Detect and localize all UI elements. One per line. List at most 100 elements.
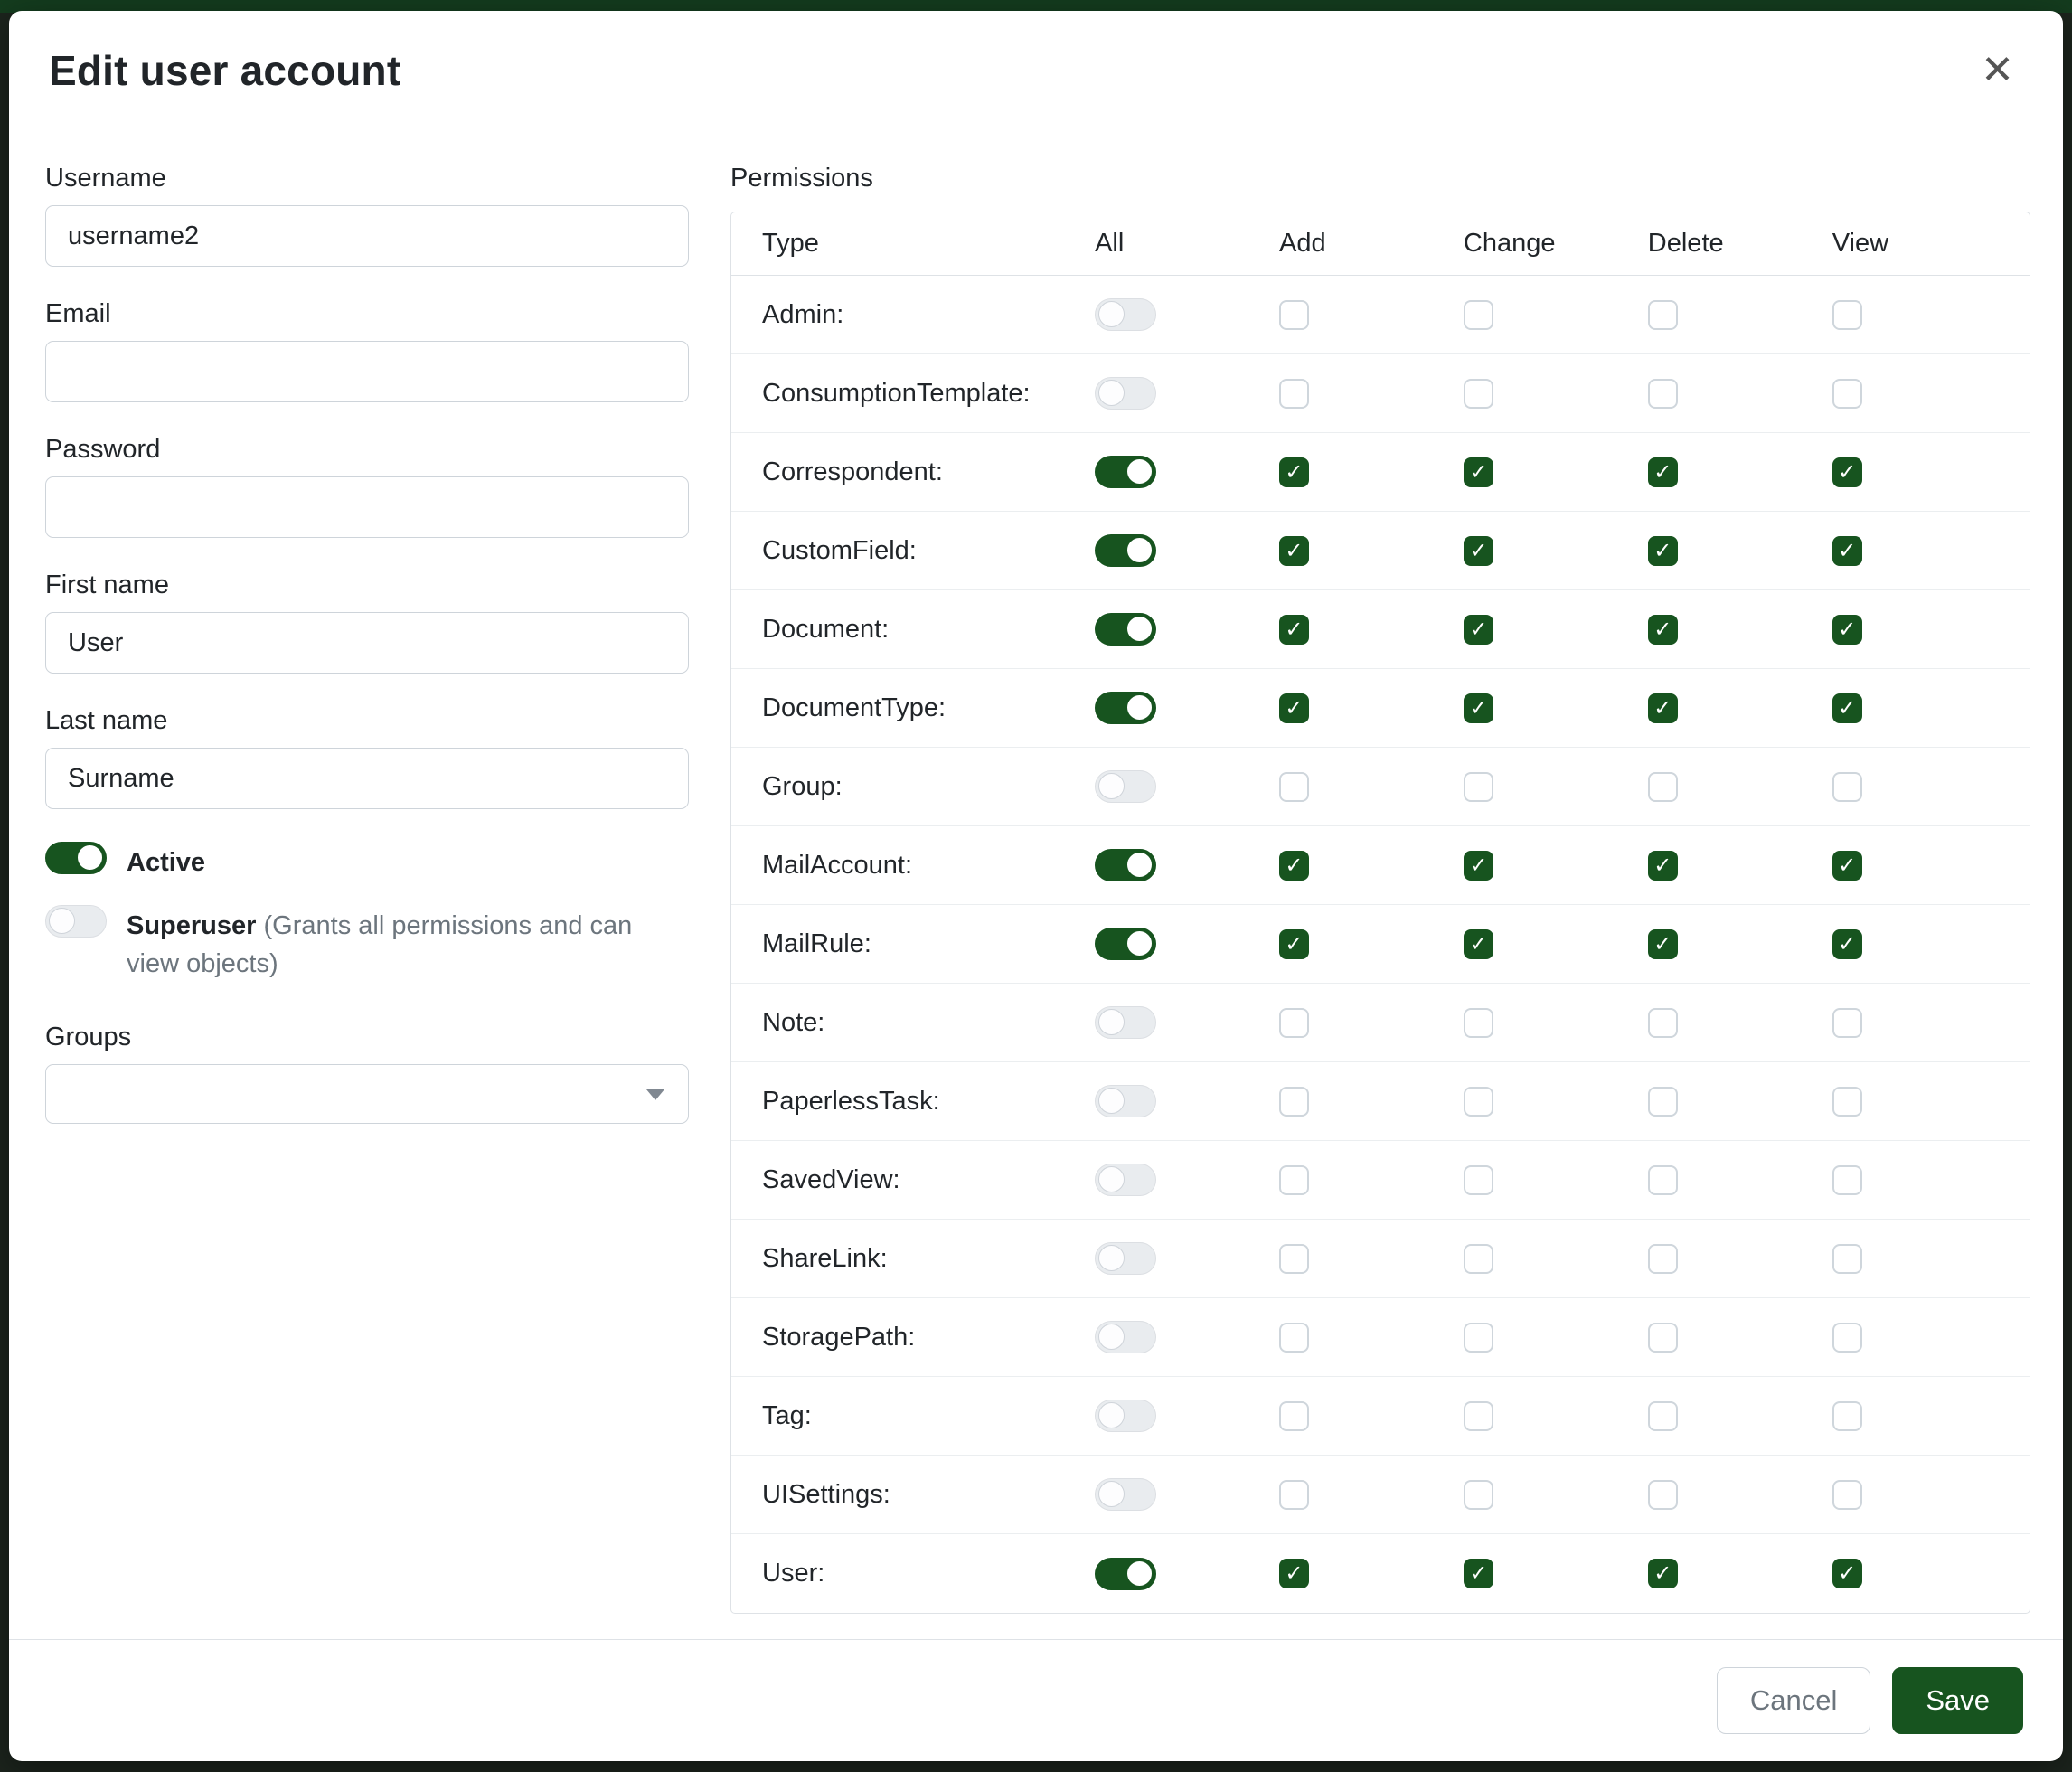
permission-change-checkbox[interactable] xyxy=(1464,772,1493,802)
permission-change-checkbox[interactable] xyxy=(1464,615,1493,645)
permission-change-checkbox[interactable] xyxy=(1464,1401,1493,1431)
active-toggle[interactable] xyxy=(45,842,107,874)
permission-add-checkbox[interactable] xyxy=(1279,772,1309,802)
permission-view-checkbox[interactable] xyxy=(1832,1323,1862,1353)
permission-all-toggle[interactable] xyxy=(1095,456,1156,488)
permission-add-checkbox[interactable] xyxy=(1279,1087,1309,1117)
first-name-input[interactable] xyxy=(45,612,689,674)
permission-add-checkbox[interactable] xyxy=(1279,1401,1309,1431)
permission-delete-checkbox[interactable] xyxy=(1648,1244,1678,1274)
permission-all-toggle[interactable] xyxy=(1095,1400,1156,1432)
permission-view-checkbox[interactable] xyxy=(1832,693,1862,723)
groups-label: Groups xyxy=(45,1023,689,1052)
permission-all-toggle[interactable] xyxy=(1095,692,1156,724)
permission-view-checkbox[interactable] xyxy=(1832,1480,1862,1510)
permission-view-checkbox[interactable] xyxy=(1832,1008,1862,1038)
permission-add-checkbox[interactable] xyxy=(1279,1008,1309,1038)
permission-delete-checkbox[interactable] xyxy=(1648,300,1678,330)
permission-delete-checkbox[interactable] xyxy=(1648,851,1678,881)
permission-change-checkbox[interactable] xyxy=(1464,457,1493,487)
permission-type-label: Correspondent: xyxy=(731,457,1095,487)
permission-all-toggle[interactable] xyxy=(1095,1558,1156,1590)
permission-view-checkbox[interactable] xyxy=(1832,615,1862,645)
username-input[interactable] xyxy=(45,205,689,267)
permission-delete-checkbox[interactable] xyxy=(1648,693,1678,723)
permission-all-toggle[interactable] xyxy=(1095,613,1156,646)
permission-delete-checkbox[interactable] xyxy=(1648,1401,1678,1431)
permission-view-checkbox[interactable] xyxy=(1832,300,1862,330)
permission-view-checkbox[interactable] xyxy=(1832,1087,1862,1117)
permission-add-checkbox[interactable] xyxy=(1279,1323,1309,1353)
permission-add-checkbox[interactable] xyxy=(1279,929,1309,959)
permission-add-checkbox[interactable] xyxy=(1279,693,1309,723)
permission-add-checkbox[interactable] xyxy=(1279,1244,1309,1274)
permission-change-checkbox[interactable] xyxy=(1464,693,1493,723)
permission-delete-checkbox[interactable] xyxy=(1648,1008,1678,1038)
email-input[interactable] xyxy=(45,341,689,402)
permission-view-checkbox[interactable] xyxy=(1832,1244,1862,1274)
permission-change-checkbox[interactable] xyxy=(1464,929,1493,959)
permission-add-checkbox[interactable] xyxy=(1279,457,1309,487)
permission-change-checkbox[interactable] xyxy=(1464,1165,1493,1195)
permission-view-checkbox[interactable] xyxy=(1832,457,1862,487)
permission-add-checkbox[interactable] xyxy=(1279,1165,1309,1195)
permission-add-checkbox[interactable] xyxy=(1279,536,1309,566)
permission-all-toggle[interactable] xyxy=(1095,1164,1156,1196)
permission-all-toggle[interactable] xyxy=(1095,1085,1156,1117)
permission-delete-checkbox[interactable] xyxy=(1648,1165,1678,1195)
permission-add-checkbox[interactable] xyxy=(1279,300,1309,330)
permission-view-checkbox[interactable] xyxy=(1832,379,1862,409)
permission-add-checkbox[interactable] xyxy=(1279,1559,1309,1588)
permission-delete-checkbox[interactable] xyxy=(1648,1323,1678,1353)
permission-view-checkbox[interactable] xyxy=(1832,772,1862,802)
permission-add-checkbox[interactable] xyxy=(1279,615,1309,645)
active-label: Active xyxy=(127,848,205,877)
permission-view-checkbox[interactable] xyxy=(1832,851,1862,881)
permission-delete-checkbox[interactable] xyxy=(1648,929,1678,959)
permission-delete-checkbox[interactable] xyxy=(1648,1480,1678,1510)
permission-change-checkbox[interactable] xyxy=(1464,379,1493,409)
permission-change-checkbox[interactable] xyxy=(1464,1559,1493,1588)
permission-delete-checkbox[interactable] xyxy=(1648,1559,1678,1588)
permission-change-checkbox[interactable] xyxy=(1464,536,1493,566)
permission-view-checkbox[interactable] xyxy=(1832,1401,1862,1431)
permission-all-toggle[interactable] xyxy=(1095,1321,1156,1353)
permission-view-checkbox[interactable] xyxy=(1832,1559,1862,1588)
groups-select[interactable] xyxy=(45,1064,689,1124)
permission-all-toggle[interactable] xyxy=(1095,298,1156,331)
permission-delete-checkbox[interactable] xyxy=(1648,536,1678,566)
permission-delete-checkbox[interactable] xyxy=(1648,379,1678,409)
permission-view-checkbox[interactable] xyxy=(1832,1165,1862,1195)
permission-all-toggle[interactable] xyxy=(1095,770,1156,803)
permission-change-checkbox[interactable] xyxy=(1464,1087,1493,1117)
permission-all-toggle[interactable] xyxy=(1095,1006,1156,1039)
permission-delete-checkbox[interactable] xyxy=(1648,457,1678,487)
permission-add-checkbox[interactable] xyxy=(1279,1480,1309,1510)
permission-row: PaperlessTask: xyxy=(731,1062,2030,1141)
permission-add-checkbox[interactable] xyxy=(1279,379,1309,409)
permission-change-checkbox[interactable] xyxy=(1464,1323,1493,1353)
permission-change-checkbox[interactable] xyxy=(1464,1244,1493,1274)
close-icon[interactable]: ✕ xyxy=(1972,45,2023,96)
permission-change-checkbox[interactable] xyxy=(1464,300,1493,330)
permission-all-toggle[interactable] xyxy=(1095,534,1156,567)
last-name-input[interactable] xyxy=(45,748,689,809)
permission-add-checkbox[interactable] xyxy=(1279,851,1309,881)
permission-all-toggle[interactable] xyxy=(1095,1478,1156,1511)
permission-change-checkbox[interactable] xyxy=(1464,851,1493,881)
permission-all-toggle[interactable] xyxy=(1095,849,1156,881)
password-input[interactable] xyxy=(45,476,689,538)
permission-view-checkbox[interactable] xyxy=(1832,929,1862,959)
permission-change-checkbox[interactable] xyxy=(1464,1008,1493,1038)
permission-all-toggle[interactable] xyxy=(1095,377,1156,410)
permission-change-checkbox[interactable] xyxy=(1464,1480,1493,1510)
permission-all-toggle[interactable] xyxy=(1095,1242,1156,1275)
permission-delete-checkbox[interactable] xyxy=(1648,615,1678,645)
save-button[interactable]: Save xyxy=(1892,1667,2023,1734)
permission-delete-checkbox[interactable] xyxy=(1648,772,1678,802)
superuser-toggle[interactable] xyxy=(45,905,107,938)
cancel-button[interactable]: Cancel xyxy=(1717,1667,1871,1734)
permission-view-checkbox[interactable] xyxy=(1832,536,1862,566)
permission-all-toggle[interactable] xyxy=(1095,928,1156,960)
permission-delete-checkbox[interactable] xyxy=(1648,1087,1678,1117)
